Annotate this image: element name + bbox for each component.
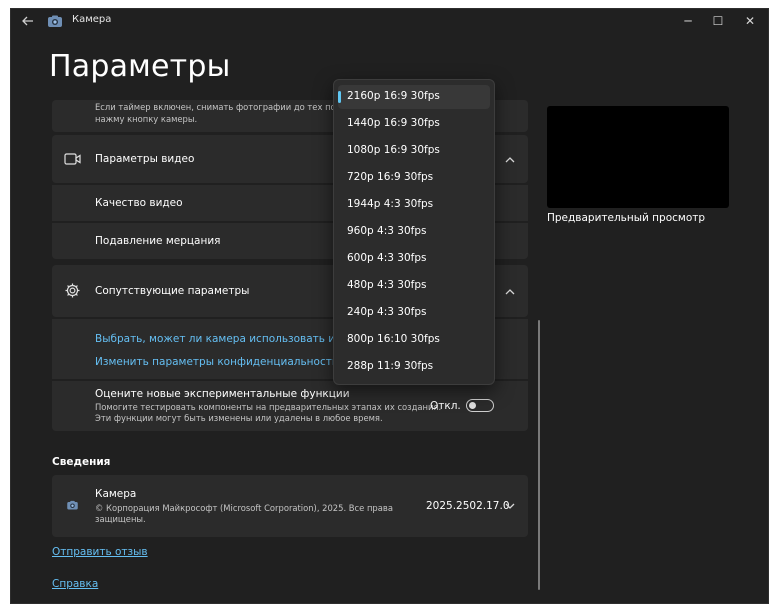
about-card[interactable]: Камера © Корпорация Майкрософт (Microsof… [52, 475, 528, 537]
resolution-option[interactable]: 1080p 16:9 30fps [338, 139, 490, 163]
camera-preview [547, 106, 729, 208]
experimental-desc-line2: Эти функции могут быть изменены или удал… [95, 413, 383, 423]
back-arrow-icon[interactable] [19, 12, 37, 30]
page-title: Параметры [49, 49, 231, 84]
resolution-option[interactable]: 240p 4:3 30fps [338, 301, 490, 325]
experimental-title: Оцените новые экспериментальные функции [95, 388, 350, 400]
timer-hint-line1: Если таймер включен, снимать фотографии … [95, 102, 357, 112]
chevron-up-icon[interactable] [503, 153, 517, 167]
camera-app-icon [66, 499, 79, 511]
resolution-option[interactable]: 960p 4:3 30fps [338, 220, 490, 244]
flicker-reduction-label: Подавление мерцания [95, 235, 221, 247]
toggle-state-label: Откл. [430, 400, 461, 412]
video-camera-icon [64, 152, 82, 166]
resolution-option[interactable]: 1440p 16:9 30fps [338, 112, 490, 136]
video-settings-title: Параметры видео [95, 153, 195, 165]
resolution-option[interactable]: 288p 11:9 30fps [338, 355, 490, 379]
resolution-option[interactable]: 2160p 16:9 30fps [338, 85, 490, 109]
experimental-desc-line1: Помогите тестировать компоненты на предв… [95, 402, 442, 412]
title-bar: Камера ─ ☐ ✕ [11, 9, 768, 33]
resolution-option[interactable]: 800p 16:10 30fps [338, 328, 490, 352]
settings-scrollbar[interactable] [538, 320, 540, 590]
copyright-line1: © Корпорация Майкрософт (Microsoft Corpo… [95, 503, 393, 513]
experimental-toggle[interactable] [466, 399, 494, 412]
gear-icon [64, 282, 81, 299]
resolution-option[interactable]: 480p 4:3 30fps [338, 274, 490, 298]
window-title: Камера [72, 14, 112, 25]
camera-app-icon [47, 13, 63, 29]
close-button[interactable]: ✕ [735, 9, 765, 33]
copyright-line2: защищены. [95, 514, 146, 524]
resolution-dropdown: 2160p 16:9 30fps 1440p 16:9 30fps 1080p … [333, 79, 495, 385]
camera-access-link[interactable]: Выбрать, может ли камера использовать ин… [95, 333, 372, 345]
help-link[interactable]: Справка [52, 578, 98, 590]
camera-window: Камера ─ ☐ ✕ Параметры Если таймер включ… [10, 8, 769, 604]
minimize-button[interactable]: ─ [673, 9, 703, 33]
preview-label: Предварительный просмотр [547, 212, 706, 224]
chevron-down-icon[interactable] [503, 499, 517, 513]
experimental-features-row: Оцените новые экспериментальные функции … [52, 381, 528, 431]
related-settings-title: Сопутствующие параметры [95, 285, 250, 297]
resolution-option[interactable]: 600p 4:3 30fps [338, 247, 490, 271]
app-version: 2025.2502.17.0 [426, 500, 510, 512]
resolution-option[interactable]: 1944p 4:3 30fps [338, 193, 490, 217]
privacy-settings-link[interactable]: Изменить параметры конфиденциальности [95, 356, 339, 368]
chevron-up-icon[interactable] [503, 285, 517, 299]
maximize-button[interactable]: ☐ [703, 9, 733, 33]
about-section-title: Сведения [52, 456, 111, 468]
send-feedback-link[interactable]: Отправить отзыв [52, 546, 148, 558]
timer-hint-line2: нажму кнопку камеры. [95, 114, 198, 124]
resolution-option[interactable]: 720p 16:9 30fps [338, 166, 490, 190]
about-app-name: Камера [95, 488, 137, 500]
video-quality-label: Качество видео [95, 197, 183, 209]
